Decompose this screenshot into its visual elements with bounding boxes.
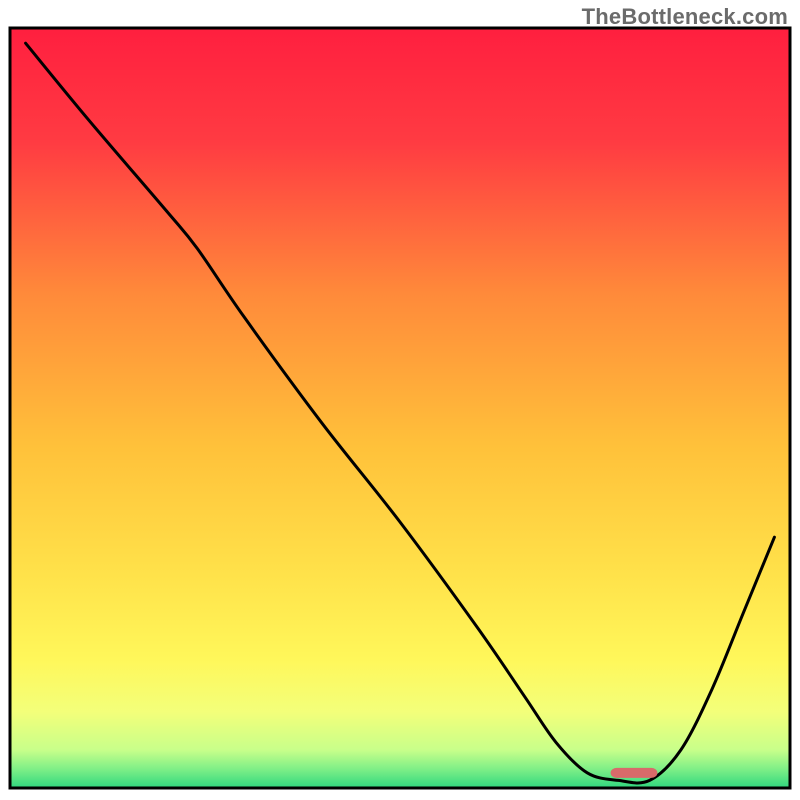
plot-background (10, 28, 790, 788)
chart-canvas: TheBottleneck.com (0, 0, 800, 800)
optimum-marker (611, 768, 658, 778)
chart-svg (0, 0, 800, 800)
watermark-label: TheBottleneck.com (582, 4, 788, 30)
